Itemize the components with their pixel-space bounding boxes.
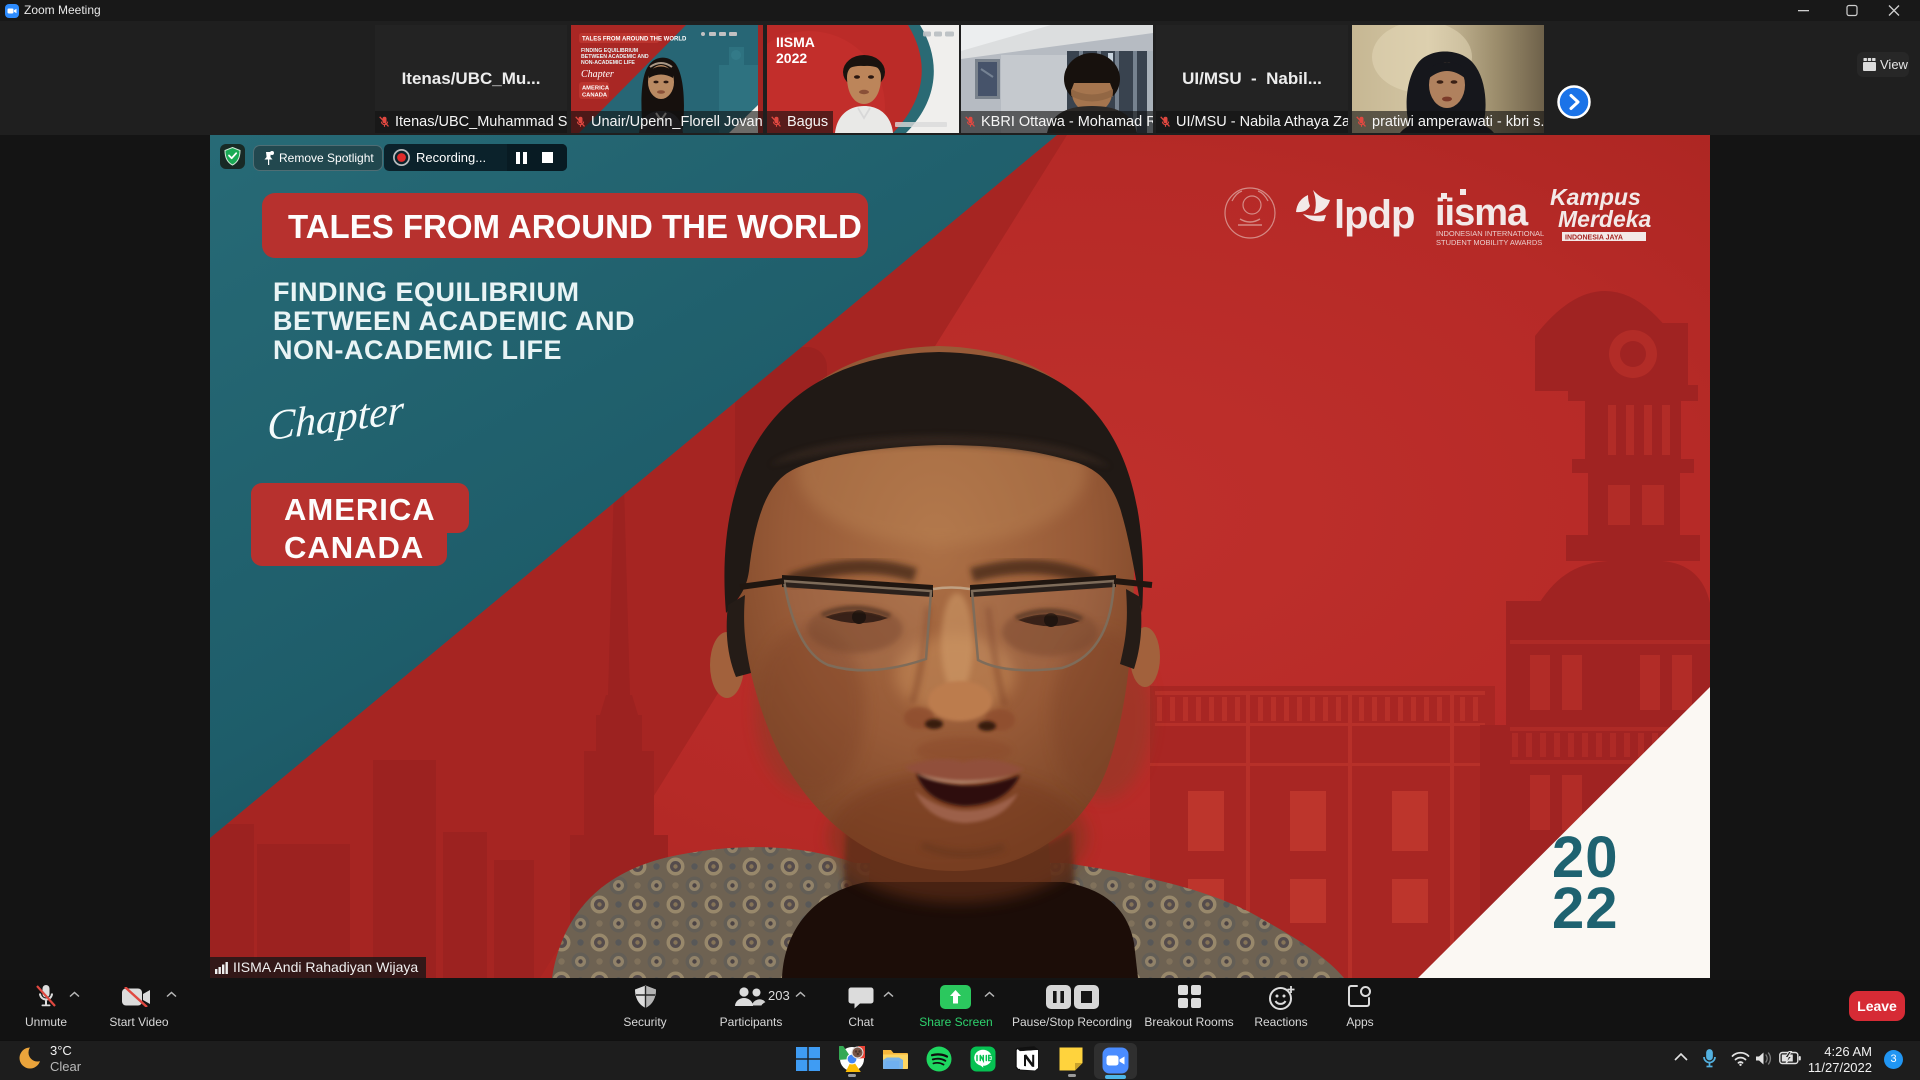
- svg-text:INDONESIAN INTERNATIONAL: INDONESIAN INTERNATIONAL: [1436, 229, 1544, 238]
- svg-text:NON-ACADEMIC LIFE: NON-ACADEMIC LIFE: [273, 335, 562, 365]
- svg-text:TALES FROM AROUND THE WORLD: TALES FROM AROUND THE WORLD: [582, 37, 687, 43]
- svg-text:CANADA: CANADA: [582, 93, 608, 99]
- svg-text:AMERICA: AMERICA: [582, 86, 610, 92]
- svg-text:iisma: iisma: [1435, 192, 1529, 234]
- svg-text:FINDING EQUILIBRIUM: FINDING EQUILIBRIUM: [273, 277, 580, 307]
- svg-text:22: 22: [1552, 876, 1619, 941]
- svg-text:STUDENT MOBILITY AWARDS: STUDENT MOBILITY AWARDS: [1436, 238, 1542, 247]
- svg-text:TALES FROM AROUND THE WORLD: TALES FROM AROUND THE WORLD: [288, 208, 862, 245]
- svg-text:IISMA: IISMA: [776, 34, 815, 50]
- svg-text:Merdeka: Merdeka: [1558, 206, 1652, 232]
- svg-text:AMERICA: AMERICA: [284, 492, 436, 527]
- svg-text:BETWEEN ACADEMIC AND: BETWEEN ACADEMIC AND: [273, 306, 635, 336]
- svg-text:Chapter: Chapter: [581, 69, 614, 80]
- svg-text:CANADA: CANADA: [284, 530, 424, 565]
- svg-text:INDONESIA JAYA: INDONESIA JAYA: [1565, 235, 1623, 242]
- svg-text:NON-ACADEMIC LIFE: NON-ACADEMIC LIFE: [581, 60, 635, 66]
- svg-text:lpdp: lpdp: [1334, 193, 1414, 237]
- svg-text:2022: 2022: [776, 50, 807, 66]
